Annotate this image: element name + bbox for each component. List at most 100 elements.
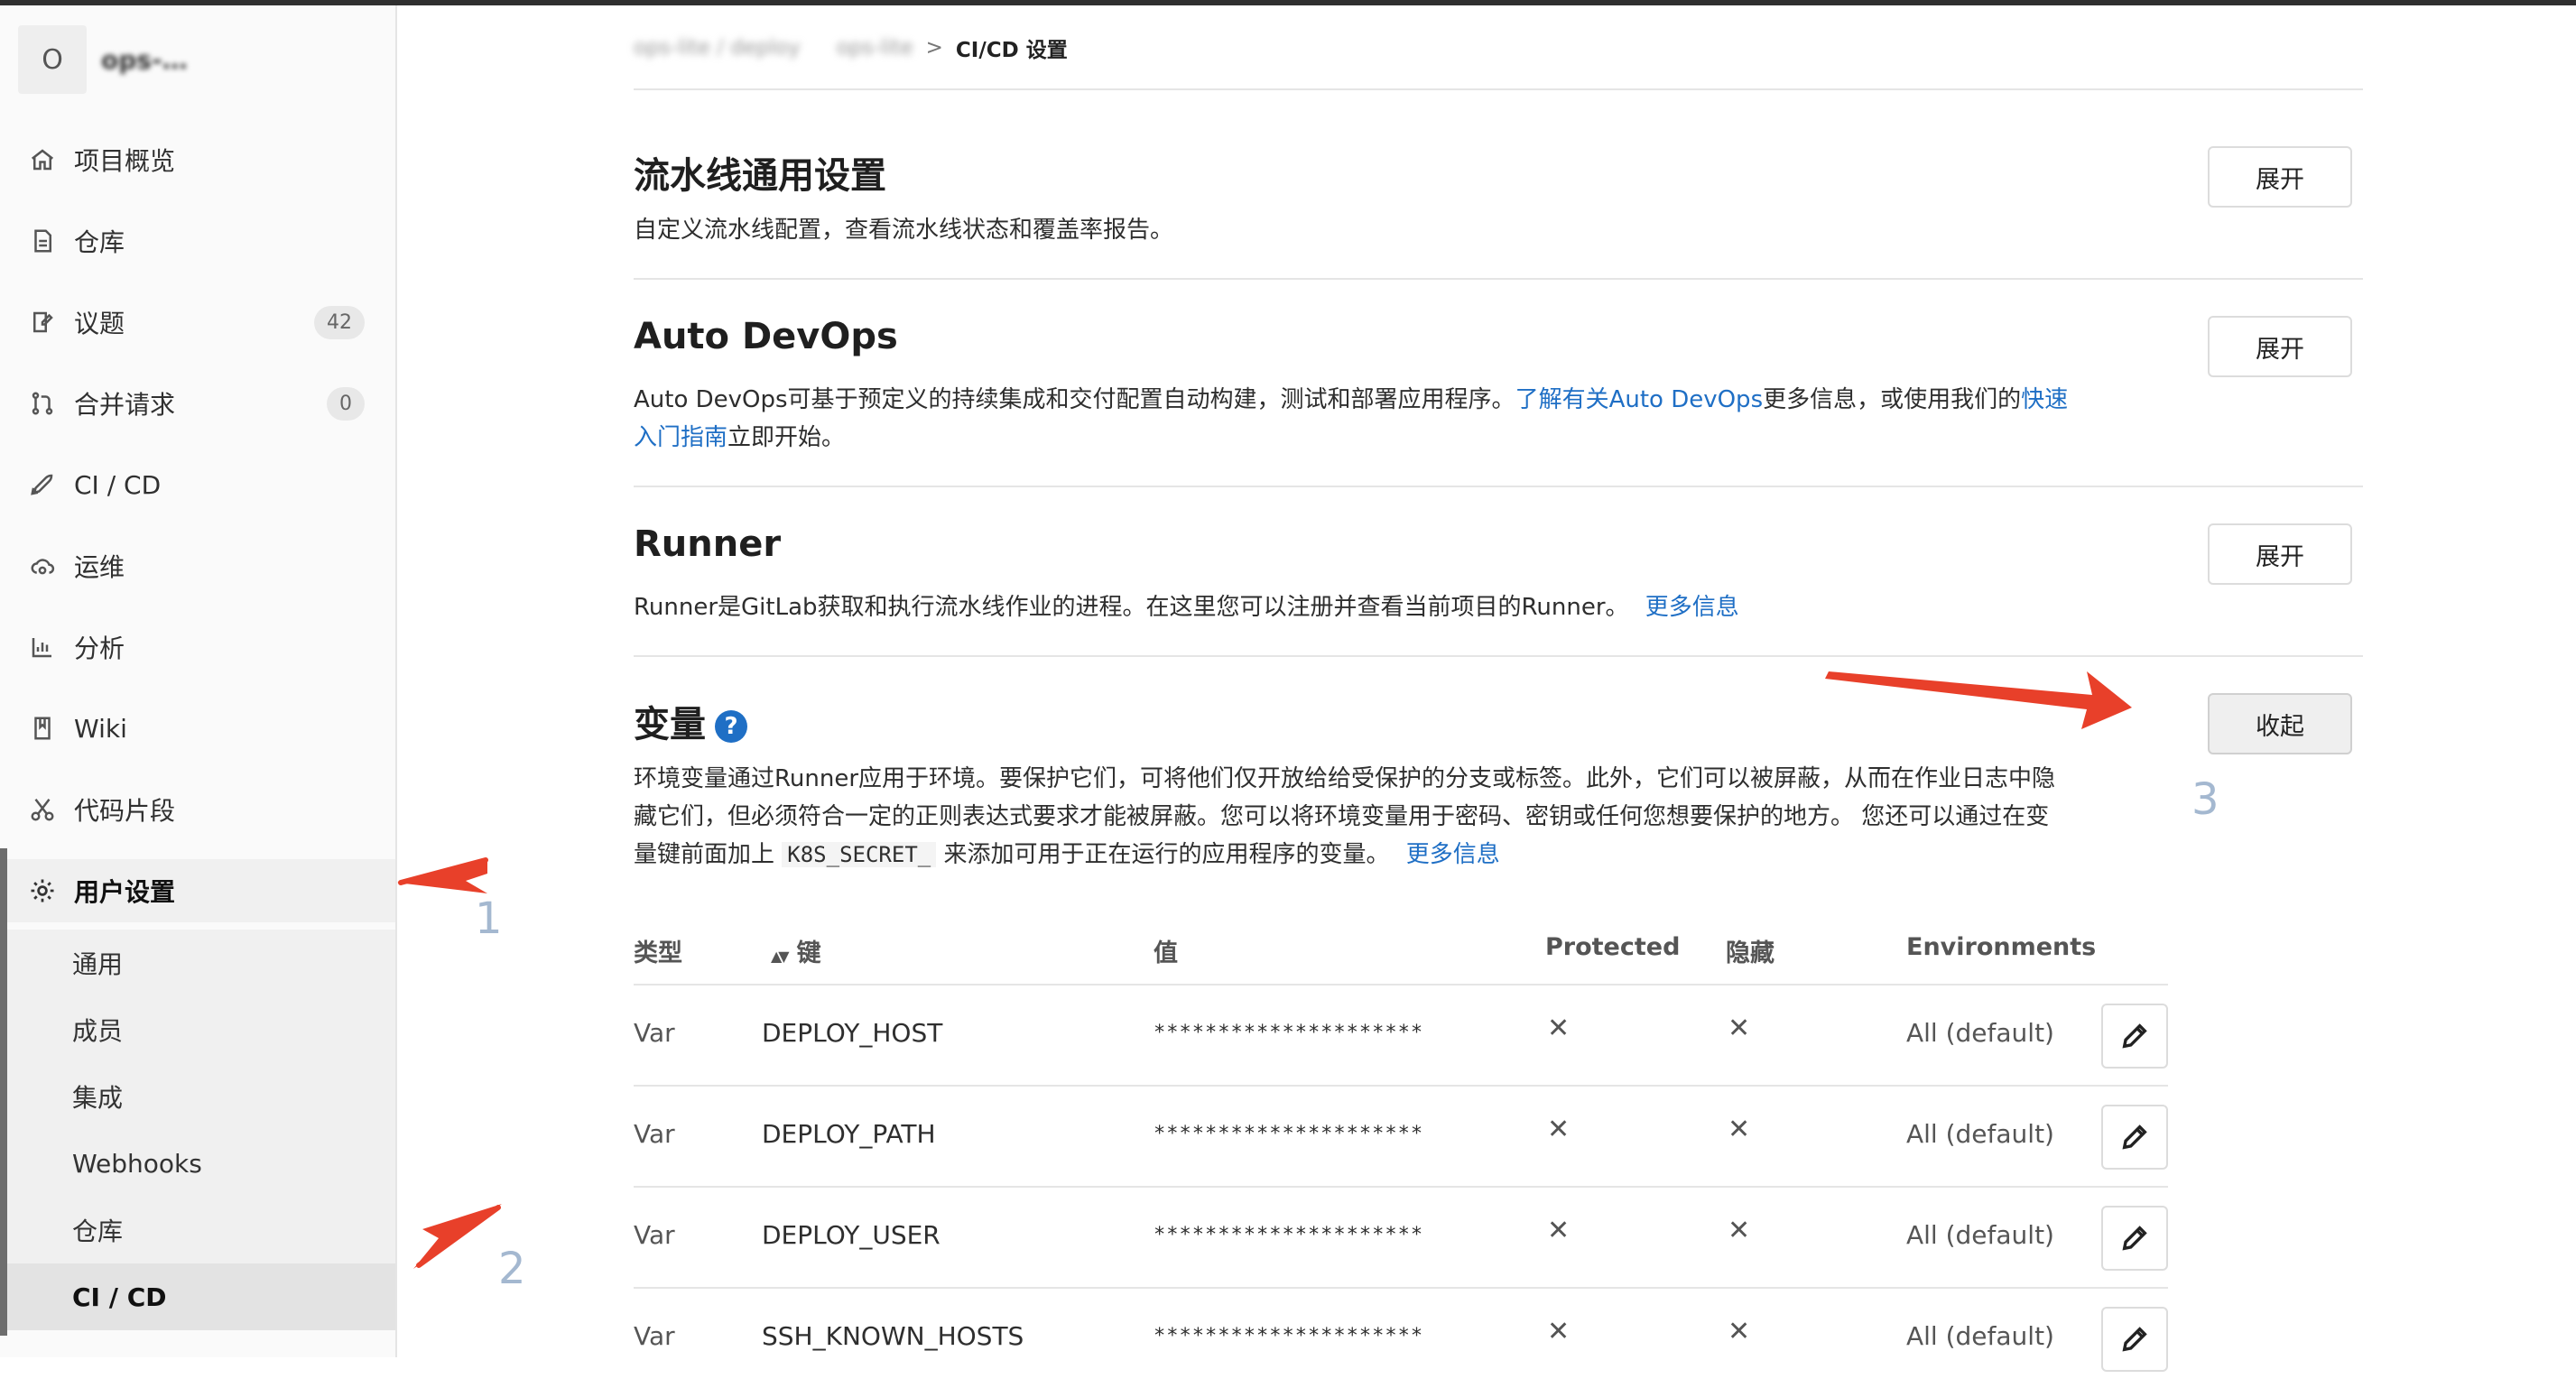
runner-more-info-link[interactable]: 更多信息 <box>1645 594 1739 621</box>
arrow-3 <box>1825 671 2132 729</box>
desc-text: 量键前面加上 <box>634 841 775 868</box>
edit-variable-button[interactable] <box>2101 1307 2168 1372</box>
edit-variable-button[interactable] <box>2101 1105 2168 1170</box>
sidebar-item-overview[interactable]: 项目概览 <box>0 128 395 191</box>
learn-autodevops-link[interactable]: 了解有关Auto DevOps <box>1515 386 1764 413</box>
divider <box>634 278 2363 280</box>
sidebar-item-label: 运维 <box>74 552 125 582</box>
column-header-environments: Environments <box>1906 933 2097 961</box>
var-key: DEPLOY_USER <box>762 1220 941 1250</box>
edit-variable-button[interactable] <box>2101 1206 2168 1271</box>
variables-title-text: 变量 <box>634 704 706 745</box>
breadcrumb-current[interactable]: CI/CD 设置 <box>956 32 1068 63</box>
breadcrumb-project[interactable]: ops-lite <box>837 36 913 60</box>
quickstart-link-part1[interactable]: 快速 <box>2021 386 2068 413</box>
arrow-2 <box>413 1204 502 1269</box>
section-desc-runner: Runner是GitLab获取和执行流水线作业的进程。在这里您可以注册并查看当前… <box>634 588 2168 626</box>
settings-sub-general[interactable]: 通用 <box>7 930 395 996</box>
issues-count-badge: 42 <box>314 305 365 339</box>
sidebar-item-operations[interactable]: 运维 <box>0 534 395 597</box>
sidebar-item-label: 分析 <box>74 634 125 663</box>
column-header-key[interactable]: ▲▼ 键 <box>771 933 821 968</box>
sidebar-item-label: 项目概览 <box>74 146 176 176</box>
issues-icon <box>29 309 56 336</box>
protected-x-icon: ✕ <box>1547 1013 1571 1044</box>
variables-more-info-link[interactable]: 更多信息 <box>1406 841 1500 868</box>
var-type: Var <box>634 1321 675 1351</box>
column-header-value: 值 <box>1154 939 1178 967</box>
sidebar-item-analytics[interactable]: 分析 <box>0 615 395 679</box>
settings-sub-ci-cd[interactable]: CI / CD <box>7 1263 395 1330</box>
section-title-pipeline: 流水线通用设置 <box>634 155 886 197</box>
help-icon[interactable]: ? <box>715 710 747 743</box>
sidebar-item-label: 合并请求 <box>74 390 176 420</box>
desc-line: 环境变量通过Runner应用于环境。要保护它们，可将他们仅开放给给受保护的分支或… <box>634 765 2056 792</box>
divider <box>634 88 2363 90</box>
avatar: O <box>18 25 87 94</box>
desc-line: 藏它们，但必须符合一定的正则表达式要求才能被屏蔽。您可以将环境变量用于密码、密钥… <box>634 803 2050 830</box>
var-value-masked: ********************* <box>1154 1224 1424 1246</box>
var-value-masked: ********************* <box>1154 1022 1424 1044</box>
autodevops-expand-button[interactable]: 展开 <box>2208 316 2352 377</box>
desc-text: 来添加可用于正在运行的应用程序的变量。 <box>943 841 1390 868</box>
runner-expand-button[interactable]: 展开 <box>2208 523 2352 585</box>
desc-text: Auto DevOps可基于预定义的持续集成和交付配置自动构建，测试和部署应用程… <box>634 386 1515 413</box>
sidebar-item-label: 用户设置 <box>74 877 176 907</box>
project-header[interactable]: O ops-… <box>18 23 188 96</box>
masked-x-icon: ✕ <box>1728 1316 1751 1347</box>
sidebar-item-merge-requests[interactable]: 合并请求 0 <box>0 372 395 435</box>
var-value-masked: ********************* <box>1154 1325 1424 1347</box>
chart-icon <box>29 634 56 661</box>
sidebar-item-snippets[interactable]: 代码片段 <box>0 778 395 841</box>
edit-variable-button[interactable] <box>2101 1004 2168 1069</box>
var-type: Var <box>634 1018 675 1048</box>
rocket-icon <box>29 471 56 498</box>
settings-sub-repository[interactable]: 仓库 <box>7 1197 395 1263</box>
var-key: DEPLOY_HOST <box>762 1018 943 1048</box>
divider <box>634 486 2363 487</box>
pipeline-expand-button[interactable]: 展开 <box>2208 146 2352 208</box>
var-environment: All (default) <box>1906 1321 2054 1351</box>
pencil-icon <box>2122 1124 2147 1150</box>
sort-icon: ▲▼ <box>771 948 790 965</box>
settings-sub-integrations[interactable]: 集成 <box>7 1063 395 1130</box>
sidebar-item-issues[interactable]: 议题 42 <box>0 291 395 354</box>
breadcrumb: ops-lite / deploy ops-lite > CI/CD 设置 <box>634 32 1068 63</box>
settings-submenu-indicator <box>0 848 7 1336</box>
section-title-runner: Runner <box>634 523 782 565</box>
home-icon <box>29 146 56 173</box>
project-name: ops-… <box>101 44 188 75</box>
settings-sub-webhooks[interactable]: Webhooks <box>7 1130 395 1197</box>
breadcrumb-separator: > <box>925 36 943 60</box>
sidebar-item-wiki[interactable]: Wiki <box>0 697 395 760</box>
desc-text: Runner是GitLab获取和执行流水线作业的进程。在这里您可以注册并查看当前… <box>634 594 1629 621</box>
var-environment: All (default) <box>1906 1018 2054 1048</box>
sidebar-item-label: 代码片段 <box>74 796 176 826</box>
var-key: SSH_KNOWN_HOSTS <box>762 1321 1024 1351</box>
breadcrumb-group[interactable]: ops-lite / deploy <box>634 36 801 60</box>
sidebar-item-repository[interactable]: 仓库 <box>0 209 395 273</box>
column-header-type: 类型 <box>634 939 682 967</box>
sidebar-item-settings[interactable]: 用户设置 <box>0 859 395 922</box>
gear-icon <box>29 877 56 904</box>
section-title-variables: 变量? <box>634 695 747 747</box>
pencil-icon <box>2122 1023 2147 1049</box>
section-desc-variables: 环境变量通过Runner应用于环境。要保护它们，可将他们仅开放给给受保护的分支或… <box>634 760 2168 874</box>
variables-collapse-button[interactable]: 收起 <box>2208 693 2352 754</box>
k8s-secret-code: K8S_SECRET_ <box>782 842 937 867</box>
section-title-autodevops: Auto DevOps <box>634 316 898 357</box>
protected-x-icon: ✕ <box>1547 1316 1571 1347</box>
section-desc-autodevops: Auto DevOps可基于预定义的持续集成和交付配置自动构建，测试和部署应用程… <box>634 381 2168 457</box>
header-key-label: 键 <box>796 939 821 967</box>
pencil-icon <box>2122 1226 2147 1251</box>
sidebar-item-ci-cd[interactable]: CI / CD <box>0 453 395 516</box>
desc-text: 立即开始。 <box>727 424 846 451</box>
settings-sub-members[interactable]: 成员 <box>7 996 395 1063</box>
quickstart-link-part2[interactable]: 入门指南 <box>634 424 727 451</box>
var-environment: All (default) <box>1906 1119 2054 1149</box>
divider <box>634 655 2363 657</box>
desc-text: 更多信息，或使用我们的 <box>1763 386 2022 413</box>
table-row: Var DEPLOY_HOST ********************* ✕ … <box>634 984 2168 1085</box>
var-type: Var <box>634 1220 675 1250</box>
sidebar-item-label: 仓库 <box>74 227 125 257</box>
